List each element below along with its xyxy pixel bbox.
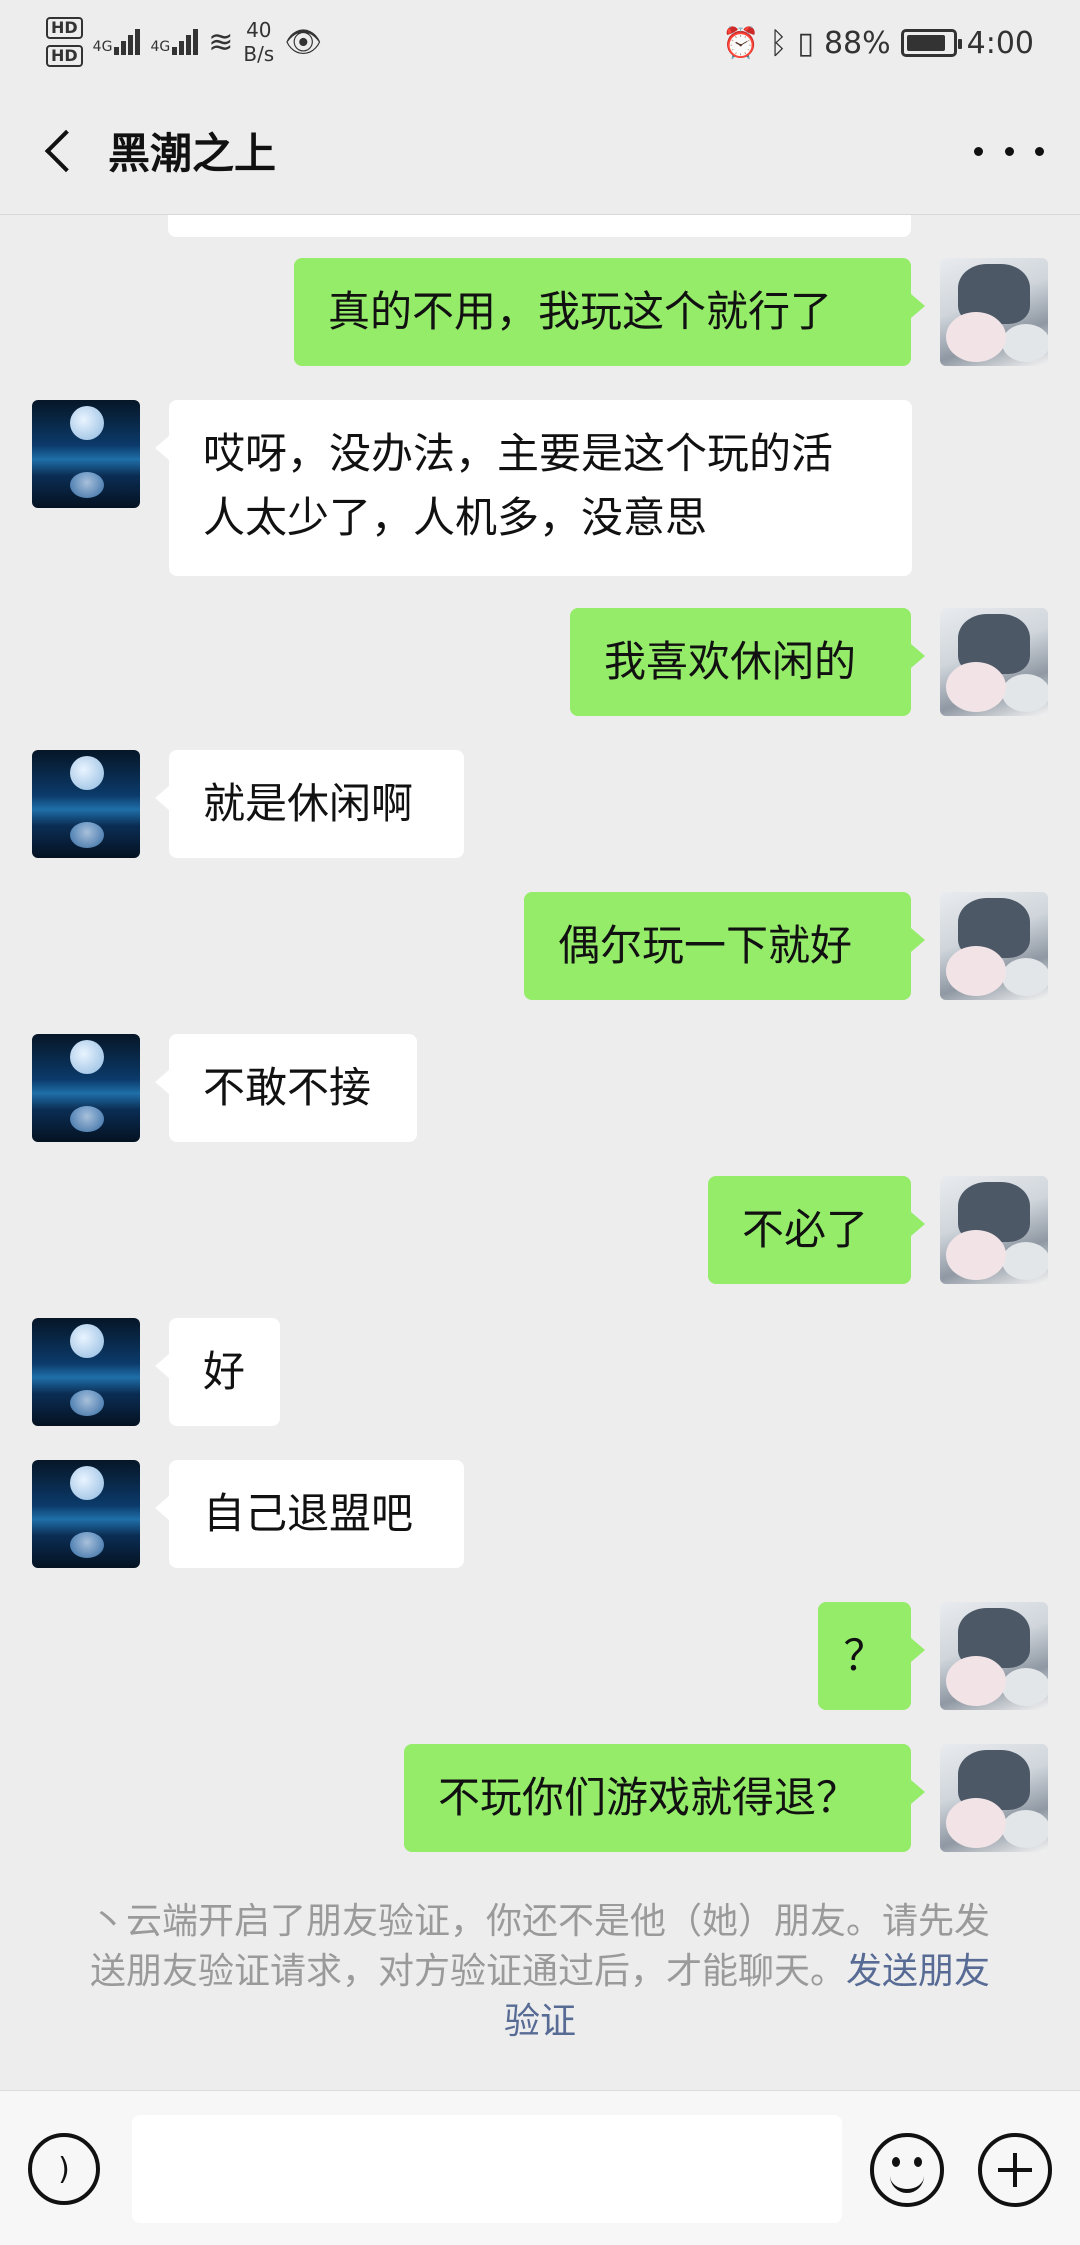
message-bubble-incoming[interactable]: 哎呀，没办法，主要是这个玩的活 人太少了，人机多，没意思 — [155, 400, 912, 576]
message-bubble-incoming[interactable]: 不敢不接 — [155, 1034, 417, 1142]
voice-icon[interactable]: ) — [28, 2133, 100, 2205]
eye-icon: 👁 — [284, 24, 323, 60]
more-icon[interactable] — [974, 126, 1044, 176]
battery-icon — [900, 29, 962, 57]
contact-avatar[interactable] — [32, 1318, 140, 1426]
previous-message-bubble — [168, 215, 911, 237]
signal-icon-2: 4G — [150, 29, 199, 55]
alarm-icon: ⏰ — [722, 25, 760, 61]
message-bubble-outgoing[interactable]: 不必了 — [708, 1176, 925, 1284]
battery-fill — [906, 35, 946, 51]
self-avatar[interactable] — [940, 608, 1048, 716]
status-bar: HD HD 4G 4G ≋ 40 B/s 👁 ⏰ ᛒ ▯ 88% 4:00 — [0, 0, 1080, 86]
message-bubble-outgoing[interactable]: 我喜欢休闲的 — [570, 608, 925, 716]
message-bubble-incoming[interactable]: 好 — [155, 1318, 280, 1426]
battery-percent: 88% — [823, 25, 891, 61]
message-bubble-outgoing[interactable]: 真的不用，我玩这个就行了 — [294, 258, 925, 366]
input-bar: ) — [0, 2090, 1080, 2245]
hd-indicator: HD HD — [46, 17, 83, 67]
message-bubble-incoming[interactable]: 自己退盟吧 — [155, 1460, 464, 1568]
signal-icon: 4G — [93, 29, 141, 55]
contact-avatar[interactable] — [32, 1034, 140, 1142]
contact-avatar[interactable] — [32, 1460, 140, 1568]
chat-header: 黑潮之上 — [0, 86, 1080, 215]
chat-title: 黑潮之上 — [108, 129, 277, 178]
friend-verification-notice: 丶云端开启了朋友验证，你还不是他（她）朋友。请先发送朋友验证请求，对方验证通过后… — [80, 1897, 1000, 2047]
self-avatar[interactable] — [940, 1744, 1048, 1852]
self-avatar[interactable] — [940, 258, 1048, 366]
plus-icon[interactable] — [978, 2133, 1052, 2207]
emoji-icon[interactable] — [870, 2133, 944, 2207]
message-bubble-outgoing[interactable]: 偶尔玩一下就好 — [524, 892, 925, 1000]
message-list[interactable]: 真的不用，我玩这个就行了 哎呀，没办法，主要是这个玩的活 人太少了，人机多，没意… — [0, 215, 1080, 2085]
vibrate-icon: ▯ — [797, 25, 814, 61]
network-speed-value: 40 — [246, 18, 272, 42]
self-avatar[interactable] — [940, 892, 1048, 1000]
clock: 4:00 — [966, 25, 1034, 61]
network-speed-unit: B/s — [243, 42, 275, 66]
status-left: HD HD 4G 4G ≋ 40 B/s 👁 — [46, 12, 322, 72]
back-icon[interactable] — [30, 116, 90, 186]
contact-avatar[interactable] — [32, 750, 140, 858]
message-bubble-incoming[interactable]: 就是休闲啊 — [155, 750, 464, 858]
network-speed: 40 B/s — [243, 18, 274, 66]
self-avatar[interactable] — [940, 1176, 1048, 1284]
contact-avatar[interactable] — [32, 400, 140, 508]
status-right: ⏰ ᛒ ▯ 88% 4:00 — [722, 18, 1034, 68]
self-avatar[interactable] — [940, 1602, 1048, 1710]
wifi-icon: ≋ — [208, 24, 234, 60]
message-input[interactable] — [132, 2115, 842, 2223]
bluetooth-icon: ᛒ — [769, 25, 788, 61]
message-bubble-outgoing[interactable]: ？ — [818, 1602, 925, 1710]
message-bubble-outgoing[interactable]: 不玩你们游戏就得退？ — [404, 1744, 925, 1852]
